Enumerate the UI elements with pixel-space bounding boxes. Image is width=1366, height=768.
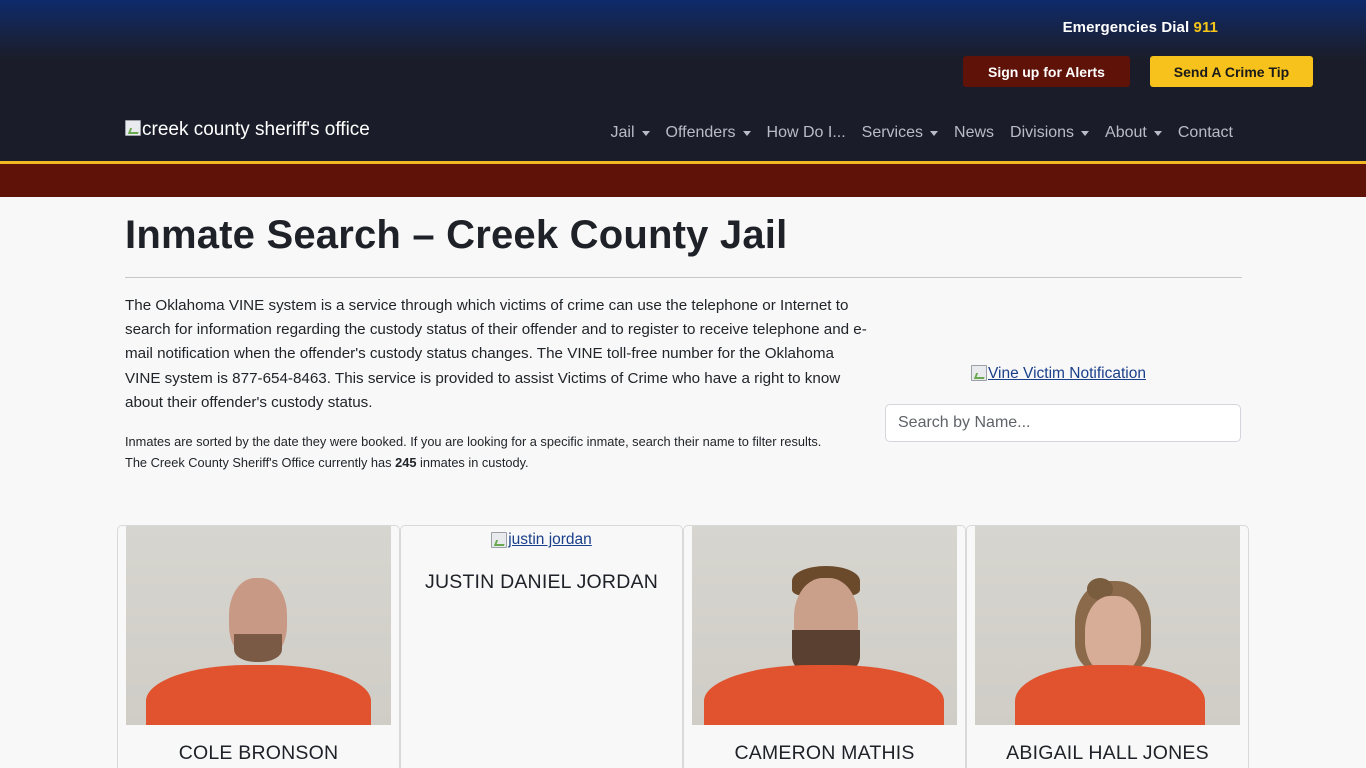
custody-count-line: The Creek County Sheriff's Office curren…	[125, 452, 855, 473]
nav-label: Services	[861, 124, 924, 141]
photo-beard	[234, 634, 282, 662]
nav-label: Jail	[610, 124, 635, 141]
caret-down-icon	[1081, 131, 1090, 136]
caret-down-icon	[1153, 131, 1162, 136]
inmate-photo[interactable]	[975, 526, 1240, 725]
search-by-name-input[interactable]	[885, 404, 1241, 442]
nav-item-about[interactable]: About	[1097, 124, 1170, 142]
inmate-card[interactable]: justin jordan JUSTIN DANIEL JORDAN	[400, 525, 683, 768]
site-logo[interactable]: creek county sheriff's office	[125, 119, 370, 141]
nav-label: How Do I...	[766, 124, 846, 141]
page-title: Inmate Search – Creek County Jail	[125, 213, 788, 257]
nav-item-divisions[interactable]: Divisions	[1002, 124, 1097, 142]
vine-intro-text: The Oklahoma VINE system is a service th…	[125, 297, 867, 411]
broken-image-icon	[971, 365, 987, 381]
caret-down-icon	[930, 131, 939, 136]
count-suffix: inmates in custody.	[416, 455, 529, 470]
nav-item-how-do-i[interactable]: How Do I...	[759, 124, 854, 142]
inmate-name[interactable]: CAMERON MATHIS	[684, 742, 965, 765]
inmate-note: Inmates are sorted by the date they were…	[125, 431, 855, 473]
photo-shirt	[704, 665, 944, 725]
inmate-photo[interactable]	[692, 526, 957, 725]
nav-label: Contact	[1177, 124, 1233, 141]
inmate-name[interactable]: JUSTIN DANIEL JORDAN	[401, 571, 682, 594]
nav-label: News	[954, 124, 995, 141]
nav-item-services[interactable]: Services	[854, 124, 946, 142]
caret-down-icon	[742, 131, 751, 136]
emergency-text: Emergencies Dial	[1062, 19, 1194, 36]
header-maroon-band	[0, 164, 1366, 197]
nav-label: About	[1105, 124, 1147, 141]
inmate-card[interactable]: CAMERON MATHIS	[683, 525, 966, 768]
broken-image-icon	[491, 532, 508, 548]
photo-head	[1085, 596, 1141, 674]
vine-link-alt-text: Vine Victim Notification	[988, 365, 1146, 382]
emergency-number: 911	[1193, 19, 1218, 36]
title-divider	[125, 277, 1242, 278]
logo-alt-text: creek county sheriff's office	[142, 119, 370, 140]
sort-note: Inmates are sorted by the date they were…	[125, 434, 822, 449]
inmate-name[interactable]: ABIGAIL HALL JONES	[967, 742, 1248, 765]
count-prefix: The Creek County Sheriff's Office curren…	[125, 455, 396, 470]
site-header: Emergencies Dial 911 Sign up for Alerts …	[0, 0, 1366, 163]
emergency-notice: Emergencies Dial 911	[1063, 19, 1218, 36]
nav-item-contact[interactable]: Contact	[1170, 124, 1241, 142]
main-nav: Jail Offenders How Do I... Services News…	[603, 124, 1241, 142]
nav-label: Divisions	[1010, 124, 1075, 141]
inmate-name[interactable]: COLE BRONSON	[118, 742, 399, 765]
inmate-count: 245	[395, 455, 417, 470]
photo-alt-text: justin jordan	[508, 531, 592, 548]
photo-shirt	[146, 665, 371, 725]
photo-shirt	[1015, 665, 1205, 725]
nav-item-jail[interactable]: Jail	[603, 124, 658, 142]
vine-notification-link[interactable]: Vine Victim Notification	[971, 365, 1146, 383]
inmate-card[interactable]: COLE BRONSON	[117, 525, 400, 768]
nav-item-offenders[interactable]: Offenders	[658, 124, 759, 142]
inmate-photo[interactable]	[126, 526, 391, 725]
nav-label: Offenders	[665, 124, 736, 141]
inmate-card[interactable]: ABIGAIL HALL JONES	[966, 525, 1249, 768]
nav-item-news[interactable]: News	[946, 124, 1002, 142]
broken-image-icon	[125, 120, 141, 136]
send-crime-tip-button[interactable]: Send A Crime Tip	[1150, 56, 1313, 87]
inmate-photo-link[interactable]: justin jordan	[401, 531, 682, 549]
caret-down-icon	[641, 131, 650, 136]
sign-up-alerts-button[interactable]: Sign up for Alerts	[963, 56, 1130, 87]
